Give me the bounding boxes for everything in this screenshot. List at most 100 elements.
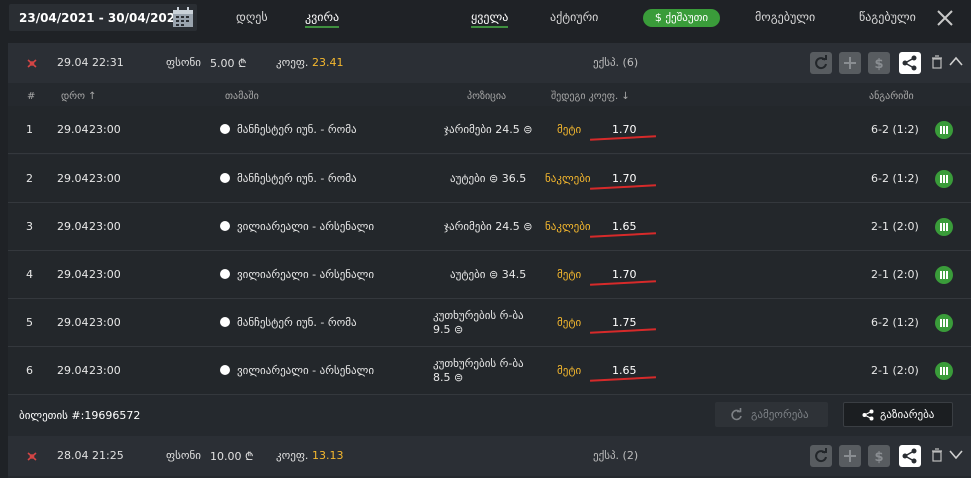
tab-cashout[interactable]: $ ქეშაუთი xyxy=(643,9,720,27)
row-match[interactable]: მანჩესტერ იუნ. - რომა xyxy=(237,316,357,329)
stats-icon[interactable] xyxy=(935,362,953,380)
lost-cross-icon xyxy=(27,452,37,461)
row-num: 4 xyxy=(26,268,33,281)
row-num: 1 xyxy=(26,123,33,136)
trash-icon[interactable] xyxy=(931,55,943,69)
refresh-button[interactable] xyxy=(810,52,832,74)
share-button[interactable] xyxy=(899,445,921,467)
bet-time: 21:25 xyxy=(92,449,124,462)
stats-icon[interactable] xyxy=(935,218,953,236)
add-button[interactable] xyxy=(839,52,861,74)
row-match[interactable]: ვილიარეალი - არსენალი xyxy=(237,220,374,233)
table-row: 5 29.04 23:00 მანჩესტერ იუნ. - რომა კუთხ… xyxy=(8,299,971,347)
odds-underline xyxy=(589,232,657,238)
header-score: ანგარიში xyxy=(869,91,914,102)
share-ticket-button[interactable]: გაზიარება xyxy=(843,402,953,427)
cashout-button[interactable]: $ xyxy=(868,445,890,467)
row-score: 2-1 (2:0) xyxy=(871,268,919,281)
row-date: 29.04 xyxy=(57,316,89,329)
row-score: 2-1 (2:0) xyxy=(871,364,919,377)
football-icon xyxy=(220,317,230,327)
plus-icon xyxy=(844,450,856,462)
row-odds: 1.65 xyxy=(612,220,637,233)
odds-underline xyxy=(589,328,657,334)
row-score: 2-1 (2:0) xyxy=(871,220,919,233)
header-odds[interactable]: შედეგი კოეფ. ↓ xyxy=(551,91,630,102)
row-num: 5 xyxy=(26,316,33,329)
repeat-button[interactable]: გამეორება xyxy=(715,402,828,427)
lost-cross-icon xyxy=(27,59,37,68)
svg-text:$: $ xyxy=(874,450,883,465)
row-match[interactable]: მანჩესტერ იუნ. - რომა xyxy=(237,123,357,136)
tab-lost[interactable]: წაგებული xyxy=(859,10,916,24)
football-icon xyxy=(220,221,230,231)
share-icon xyxy=(902,55,917,71)
row-position: კუთხურების რ-ბა xyxy=(433,309,524,322)
row-position: კუთხურების რ-ბა xyxy=(433,357,524,370)
odds-label: კოეფ. xyxy=(276,449,309,462)
football-icon xyxy=(220,269,230,279)
odds-label: კოეფ. xyxy=(276,56,309,69)
row-num: 6 xyxy=(26,364,33,377)
stats-icon[interactable] xyxy=(935,121,953,139)
tab-today[interactable]: დღეს xyxy=(236,10,268,24)
row-odds: 1.70 xyxy=(612,172,637,185)
bet-time: 22:31 xyxy=(92,56,124,69)
tab-won[interactable]: მოგებული xyxy=(755,10,815,24)
odds-underline xyxy=(589,376,657,382)
header-match: თამაში xyxy=(225,91,259,102)
row-odds: 1.75 xyxy=(612,316,637,329)
row-date: 29.04 xyxy=(57,123,89,136)
row-num: 2 xyxy=(26,172,33,185)
tab-active[interactable]: აქტიური xyxy=(550,10,598,24)
row-match[interactable]: მანჩესტერ იუნ. - რომა xyxy=(237,172,357,185)
row-pick: ნაკლები xyxy=(545,220,591,233)
bet-card: 29.04 22:31 ფსონი 5.00 ₾ კოეფ. 23.41 ექს… xyxy=(8,43,971,436)
row-pick: მეტი xyxy=(557,268,582,281)
refresh-icon xyxy=(815,55,827,70)
chevron-down-icon[interactable] xyxy=(949,449,963,459)
stats-icon[interactable] xyxy=(935,170,953,188)
header-position: პოზიცია xyxy=(467,91,507,102)
plus-icon xyxy=(844,57,856,69)
tab-week[interactable]: კვირა xyxy=(305,10,340,28)
top-bar: 23/04/2021 - 30/04/2021 დღეს კვირა ყველა… xyxy=(0,0,971,36)
repeat-icon xyxy=(731,408,742,421)
row-time: 23:00 xyxy=(89,316,121,329)
row-match[interactable]: ვილიარეალი - არსენალი xyxy=(237,268,374,281)
refresh-icon xyxy=(815,448,827,463)
row-position: ჯარიმები 24.5 ⊜ xyxy=(444,123,533,136)
table-row: 6 29.04 23:00 ვილიარეალი - არსენალი კუთხ… xyxy=(8,347,971,395)
stake-value: 5.00 ₾ xyxy=(210,57,247,70)
svg-text:$: $ xyxy=(874,57,883,72)
row-pick: მეტი xyxy=(557,123,582,136)
bet-header[interactable]: 29.04 22:31 ფსონი 5.00 ₾ კოეფ. 23.41 ექს… xyxy=(8,43,971,83)
stats-icon[interactable] xyxy=(935,314,953,332)
share-icon xyxy=(902,448,917,464)
cashout-button[interactable]: $ xyxy=(868,52,890,74)
row-match[interactable]: ვილიარეალი - არსენალი xyxy=(237,364,374,377)
stats-icon[interactable] xyxy=(935,266,953,284)
table-row: 1 29.04 23:00 მანჩესტერ იუნ. - რომა ჯარი… xyxy=(8,106,971,154)
share-button[interactable] xyxy=(899,52,921,74)
add-button[interactable] xyxy=(839,445,861,467)
table-row: 3 29.04 23:00 ვილიარეალი - არსენალი ჯარი… xyxy=(8,203,971,251)
chevron-up-icon[interactable] xyxy=(949,56,963,66)
refresh-button[interactable] xyxy=(810,445,832,467)
header-time[interactable]: დრო ↑ xyxy=(61,91,97,102)
close-icon[interactable] xyxy=(936,9,954,27)
dollar-icon: $ xyxy=(874,57,883,72)
header-odds-label: შედეგი კოეფ. xyxy=(551,91,619,102)
row-odds: 1.70 xyxy=(612,123,637,136)
date-range-picker[interactable]: 23/04/2021 - 30/04/2021 xyxy=(9,4,197,31)
tab-all[interactable]: ყველა xyxy=(471,10,509,28)
stake-label: ფსონი xyxy=(166,449,201,462)
calendar-icon[interactable] xyxy=(172,7,194,28)
tab-cashout-label: ქეშაუთი xyxy=(665,11,709,24)
bet-header[interactable]: 28.04 21:25 ფსონი 10.00 ₾ კოეფ. 13.13 ექ… xyxy=(8,436,971,476)
row-num: 3 xyxy=(26,220,33,233)
table-row: 4 29.04 23:00 ვილიარეალი - არსენალი აუტე… xyxy=(8,251,971,299)
row-time: 23:00 xyxy=(89,364,121,377)
football-icon xyxy=(220,365,230,375)
trash-icon[interactable] xyxy=(931,448,943,462)
